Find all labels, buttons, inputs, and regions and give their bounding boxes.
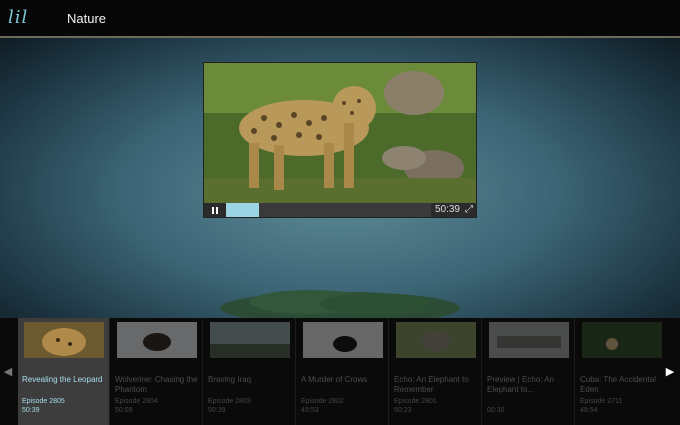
- episode-number: Episode 2804: [115, 398, 158, 405]
- episode-title: Revealing the Leopard: [22, 375, 103, 384]
- episode-thumbnail: [582, 322, 662, 358]
- top-bar: lil Nature: [0, 0, 680, 38]
- episode-card[interactable]: Preview | Echo: An Elephant to... 00:30: [483, 318, 575, 425]
- episode-title: Braving Iraq: [208, 375, 252, 384]
- episode-thumbnail: [210, 322, 290, 358]
- episode-thumbnail: [24, 322, 104, 358]
- episode-number: Episode 2805: [22, 398, 65, 405]
- episode-number: Episode 2801: [394, 398, 437, 405]
- pause-icon: [212, 206, 214, 214]
- episode-card[interactable]: A Murder of Crows Episode 2802 49:53: [297, 318, 389, 425]
- episode-card[interactable]: Braving Iraq Episode 2803 50:39: [204, 318, 296, 425]
- acacia-tree-backdrop: [220, 290, 460, 318]
- time-display: 50:39: [434, 204, 460, 215]
- seek-bar-fill: [226, 203, 259, 217]
- episode-card[interactable]: Revealing the Leopard Episode 2805 50:39: [18, 318, 110, 425]
- fullscreen-icon[interactable]: ⤢: [463, 204, 475, 216]
- episode-thumbnail: [117, 322, 197, 358]
- episode-thumbnail: [396, 322, 476, 358]
- episode-duration: 00:30: [487, 407, 505, 414]
- episode-duration: 50:09: [115, 407, 133, 414]
- carousel-prev-button[interactable]: ◀: [0, 318, 16, 425]
- episode-list: Revealing the Leopard Episode 2805 50:39…: [16, 318, 662, 425]
- chevron-left-icon: ◀: [3, 366, 13, 378]
- episode-duration: 50:39: [22, 407, 40, 414]
- episode-duration: 49:53: [301, 407, 319, 414]
- video-player[interactable]: 50:39 ⤢: [203, 62, 477, 218]
- episode-thumbnail: [489, 322, 569, 358]
- chevron-right-icon: ▶: [665, 366, 675, 378]
- episode-thumbnail: [303, 322, 383, 358]
- episode-title: Cuba: The Accidental Eden: [580, 375, 656, 394]
- brand-logo[interactable]: lil: [8, 7, 28, 28]
- video-frame-leopard[interactable]: [204, 63, 476, 203]
- episode-carousel: ◀ Revealing the Leopard Episode 2805 50:…: [0, 318, 680, 425]
- episode-card[interactable]: Echo: An Elephant to Remember Episode 28…: [390, 318, 482, 425]
- seek-bar[interactable]: [226, 203, 431, 217]
- carousel-next-button[interactable]: ▶: [662, 318, 678, 425]
- episode-number: Episode 2802: [301, 398, 344, 405]
- episode-duration: 50:39: [208, 407, 226, 414]
- episode-number: Episode 2803: [208, 398, 251, 405]
- episode-number: Episode 2711: [580, 398, 623, 405]
- episode-card[interactable]: Wolverine: Chasing the Phantom Episode 2…: [111, 318, 203, 425]
- page-title: Nature: [67, 11, 107, 26]
- episode-title: Wolverine: Chasing the Phantom: [115, 375, 198, 394]
- episode-duration: 49:54: [580, 407, 598, 414]
- player-controls: 50:39 ⤢: [204, 203, 476, 217]
- episode-title: Echo: An Elephant to Remember: [394, 375, 469, 394]
- episode-duration: 50:23: [394, 407, 412, 414]
- episode-title: A Murder of Crows: [301, 375, 368, 384]
- episode-card[interactable]: Cuba: The Accidental Eden Episode 2711 4…: [576, 318, 662, 425]
- episode-title: Preview | Echo: An Elephant to...: [487, 375, 554, 394]
- pause-button[interactable]: [206, 203, 224, 217]
